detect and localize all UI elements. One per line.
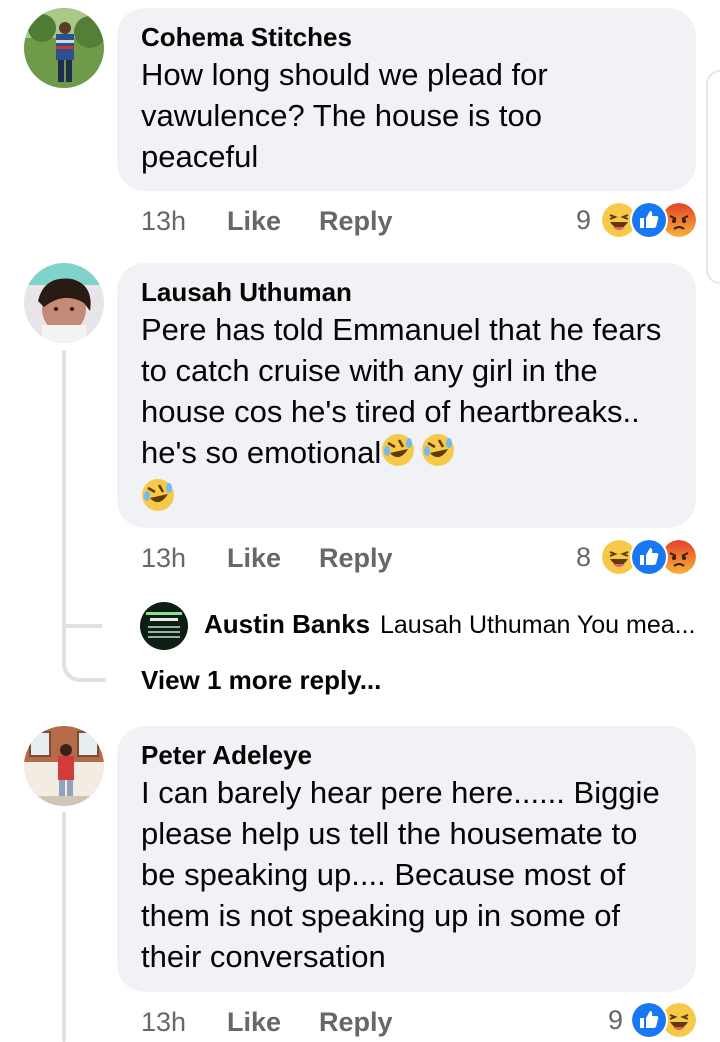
reply-preview[interactable]: Austin Banks Lausah Uthuman You mea... (140, 601, 700, 651)
comment-bubble[interactable]: Cohema Stitches How long should we plead… (117, 8, 696, 191)
rolling-laughing-emoji (421, 433, 455, 477)
comment-bubble[interactable]: Peter Adeleye I can barely hear pere her… (117, 726, 696, 992)
thread-line (62, 812, 66, 1042)
like-icon (630, 201, 668, 239)
like-button[interactable]: Like (227, 203, 281, 239)
comment-text: I can barely hear pere here...... Biggie… (141, 775, 660, 974)
comment-time[interactable]: 13h (141, 1004, 186, 1040)
reaction-count: 8 (576, 542, 592, 572)
thread-line (62, 350, 66, 595)
reply-button[interactable]: Reply (319, 1004, 393, 1040)
reaction-summary[interactable]: 8 (576, 538, 700, 578)
comment-text: Pere has told Emmanuel that he fears to … (141, 309, 671, 522)
avatar[interactable] (140, 602, 188, 650)
like-button[interactable]: Like (227, 1004, 281, 1040)
reaction-summary[interactable]: 9 (576, 201, 700, 241)
avatar[interactable] (24, 8, 104, 88)
reaction-summary[interactable]: 9 (606, 1001, 700, 1041)
thread-connector (62, 595, 106, 682)
like-button[interactable]: Like (227, 540, 281, 576)
comment-bubble[interactable]: Lausah Uthuman Pere has told Emmanuel th… (117, 263, 696, 528)
comment-time[interactable]: 13h (141, 540, 186, 576)
comment-author[interactable]: Peter Adeleye (141, 740, 672, 770)
reply-text: Lausah Uthuman You mea... (380, 611, 696, 639)
avatar[interactable] (24, 263, 104, 343)
comment-author[interactable]: Lausah Uthuman (141, 277, 672, 307)
reaction-count: 9 (608, 1005, 624, 1035)
reply-button[interactable]: Reply (319, 203, 393, 239)
comment-author[interactable]: Cohema Stitches (141, 22, 672, 52)
like-icon (630, 538, 668, 576)
overlay-edge (706, 70, 720, 284)
rolling-laughing-emoji (141, 478, 175, 522)
comment-time[interactable]: 13h (141, 203, 186, 239)
reaction-count: 9 (576, 205, 592, 235)
view-more-replies-link[interactable]: View 1 more reply... (141, 665, 381, 696)
reply-author[interactable]: Austin Banks (204, 609, 370, 640)
like-icon (630, 1001, 668, 1039)
rolling-laughing-emoji (381, 433, 415, 477)
comment-text: How long should we plead for vawulence? … (141, 57, 548, 174)
avatar[interactable] (24, 726, 104, 806)
reply-button[interactable]: Reply (319, 540, 393, 576)
